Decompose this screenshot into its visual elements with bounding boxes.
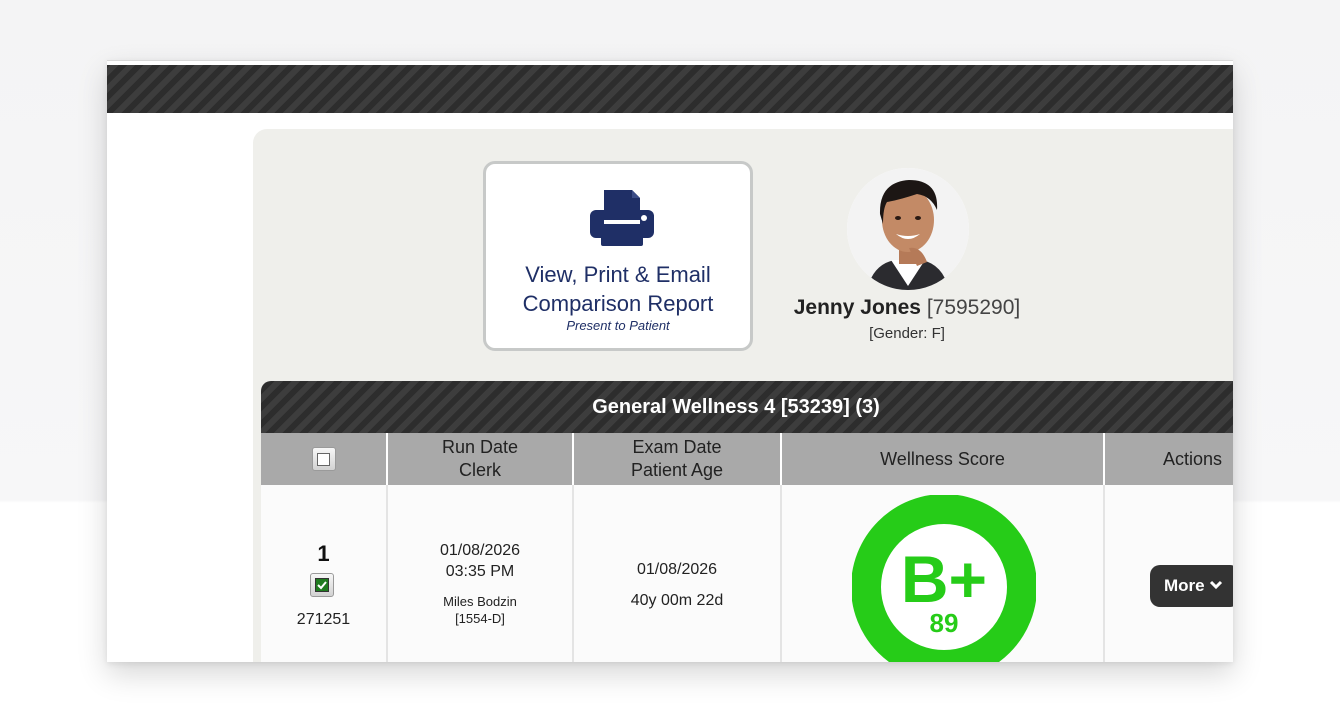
report-button-subtitle: Present to Patient — [566, 318, 670, 333]
comparison-report-button[interactable]: View, Print & Email Comparison Report Pr… — [483, 161, 753, 351]
select-all-checkbox[interactable] — [311, 447, 336, 471]
content-clip: View, Print & Email Comparison Report Pr… — [107, 60, 1233, 662]
patient-id: [7595290] — [926, 296, 1021, 319]
row1-exam-cell: 01/08/2026 40y 00m 22d — [574, 485, 782, 662]
row1-score-cell: B+ 89 — [782, 485, 1105, 662]
checkmark-icon — [315, 578, 329, 592]
exam-date: 01/08/2026 — [636, 561, 718, 578]
row1-select-cell: 1 271251 — [261, 485, 388, 662]
patient-name: Jenny Jones — [793, 296, 921, 319]
more-label: More — [1164, 576, 1205, 595]
table-title-bar: General Wellness 4 [53239] (3) — [261, 381, 1233, 433]
patient-name-line: Jenny Jones [7595290] — [747, 296, 1067, 320]
header-wellness-score-label: Wellness Score — [880, 448, 1005, 469]
clerk-name: Miles Bodzin — [443, 594, 517, 609]
more-actions-button[interactable]: More — [1150, 565, 1233, 607]
report-button-title: View, Print & Email Comparison Report — [486, 260, 750, 318]
wellness-score-value: 89 — [930, 608, 959, 638]
header-actions: Actions — [1105, 433, 1233, 485]
row1-actions-cell: More — [1105, 485, 1233, 662]
run-date: 01/08/2026 — [439, 542, 521, 559]
header-patient-age: Patient Age — [630, 460, 724, 480]
table-title: General Wellness 4 [53239] (3) — [592, 396, 880, 418]
printer-icon — [590, 190, 654, 246]
record-id: 271251 — [296, 611, 351, 628]
header-wellness-score: Wellness Score — [782, 433, 1105, 485]
row1-run-cell: 01/08/2026 03:35 PM Miles Bodzin [1554-D… — [388, 485, 574, 662]
header-run-date-clerk: Run Date Clerk — [388, 433, 574, 485]
row-index: 1 — [317, 541, 330, 566]
wellness-grade: B+ — [901, 542, 987, 616]
row-checkbox[interactable] — [310, 573, 334, 597]
patient-avatar — [847, 168, 969, 290]
clerk-id: [1554-D] — [455, 611, 505, 626]
chevron-down-icon — [1209, 580, 1222, 590]
header-clerk: Clerk — [458, 460, 501, 480]
run-time: 03:35 PM — [445, 563, 515, 580]
report-title-line2: Comparison Report — [522, 291, 714, 316]
header-run-date: Run Date — [441, 437, 519, 457]
header-actions-label: Actions — [1163, 448, 1223, 469]
patient-gender: [Gender: F] — [869, 325, 945, 342]
patient-age: 40y 00m 22d — [630, 592, 724, 609]
header-exam-date: Exam Date — [632, 437, 722, 457]
header-exam-date-age: Exam Date Patient Age — [574, 433, 782, 485]
patient-photo — [847, 168, 969, 290]
report-title-line1: View, Print & Email — [525, 262, 711, 287]
header-select-column — [261, 433, 388, 485]
wellness-grade-badge[interactable]: B+ 89 — [852, 495, 1036, 662]
